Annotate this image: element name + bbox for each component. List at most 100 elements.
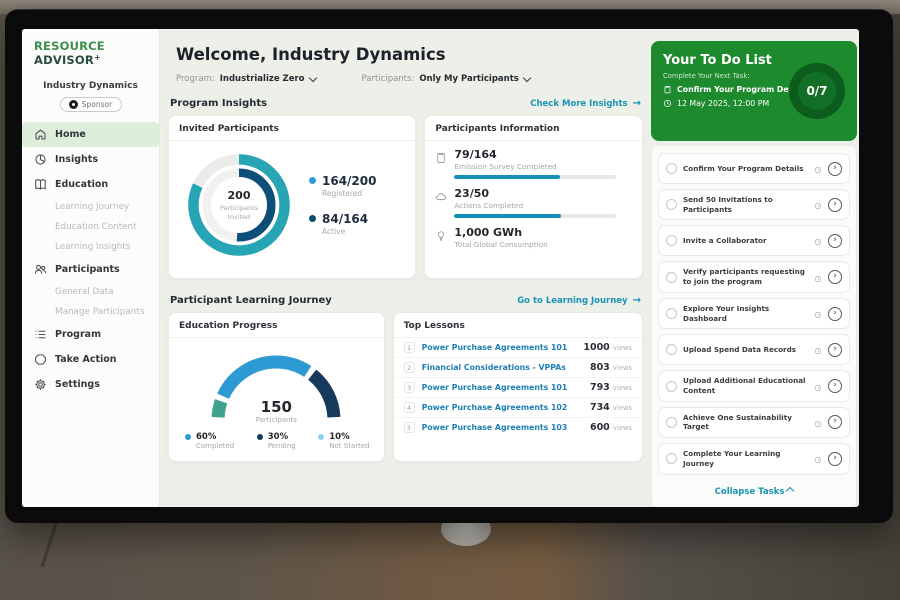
lesson-link[interactable]: Power Purchase Agreements 101 — [422, 343, 584, 352]
app-logo: RESOURCE ADVISOR+ — [22, 39, 159, 67]
participants-information-card: Participants Information 79/164 Emission… — [424, 115, 643, 279]
sidebar: RESOURCE ADVISOR+ Industry Dynamics Spon… — [22, 29, 160, 507]
actions-progress-bar — [454, 214, 616, 218]
emission-progress-bar — [454, 175, 616, 179]
task-checkbox[interactable] — [666, 235, 677, 246]
task-row-upload-spend-data[interactable]: Upload Spend Data Records › — [658, 334, 850, 365]
sidebar-nav: Home Insights Education Learning Journey… — [22, 122, 159, 397]
task-checkbox[interactable] — [666, 381, 677, 392]
legend-pending: 30%Pending — [257, 432, 296, 450]
sidebar-item-settings[interactable]: Settings — [22, 372, 159, 397]
lesson-row[interactable]: 2 Financial Considerations - VPPAs 803 v… — [394, 358, 642, 378]
sidebar-item-participants[interactable]: Participants — [22, 257, 159, 282]
card-title: Invited Participants — [169, 116, 415, 141]
learning-journey-title: Participant Learning Journey — [170, 295, 332, 306]
check-more-insights-link[interactable]: Check More Insights → — [530, 98, 641, 109]
rank-badge: 1 — [404, 342, 415, 353]
clock-icon — [814, 377, 822, 396]
chevron-down-icon — [308, 73, 316, 81]
collapse-tasks-link[interactable]: Collapse Tasks — [658, 480, 850, 503]
participants-dropdown[interactable]: Participants: Only My Participants — [362, 74, 530, 84]
clock-icon — [814, 159, 822, 178]
invited-participants-card: Invited Participants 200 Participants In… — [168, 115, 416, 279]
lesson-row[interactable]: 1 Power Purchase Agreements 101 1000 vie… — [394, 338, 642, 358]
sidebar-item-learning-journey[interactable]: Learning Journey — [22, 197, 159, 217]
sidebar-item-home[interactable]: Home — [22, 122, 159, 147]
task-checkbox[interactable] — [666, 272, 677, 283]
insights-icon — [34, 153, 47, 166]
todo-column: Your To Do List Complete Your Next Task:… — [651, 29, 859, 507]
sponsor-icon — [69, 100, 78, 109]
sidebar-item-education[interactable]: Education — [22, 172, 159, 197]
legend-dot — [185, 434, 191, 440]
desk-object — [41, 521, 59, 568]
clock-icon — [814, 340, 822, 359]
page-title: Welcome, Industry Dynamics — [176, 45, 643, 64]
task-open-button[interactable]: › — [828, 379, 842, 393]
gear-icon — [34, 378, 47, 391]
task-row-upload-educational-content[interactable]: Upload Additional Educational Content › — [658, 370, 850, 401]
sidebar-item-take-action[interactable]: Take Action — [22, 347, 159, 372]
filters-row: Program: Industrialize Zero Participants… — [176, 74, 643, 84]
task-open-button[interactable]: › — [828, 270, 842, 284]
task-open-button[interactable]: › — [828, 415, 842, 429]
task-open-button[interactable]: › — [828, 162, 842, 176]
task-checkbox[interactable] — [666, 417, 677, 428]
chevron-down-icon — [523, 73, 531, 81]
task-row-achieve-target[interactable]: Achieve One Sustainability Target › — [658, 407, 850, 438]
task-checkbox[interactable] — [666, 163, 677, 174]
arrow-right-icon: → — [633, 98, 641, 109]
lesson-link[interactable]: Power Purchase Agreements 102 — [422, 403, 590, 412]
lesson-link[interactable]: Power Purchase Agreements 101 — [422, 383, 590, 392]
task-checkbox[interactable] — [666, 453, 677, 464]
sidebar-item-insights[interactable]: Insights — [22, 147, 159, 172]
legend-dot — [309, 177, 316, 184]
sidebar-item-learning-insights[interactable]: Learning Insights — [22, 237, 159, 257]
task-checkbox[interactable] — [666, 344, 677, 355]
invited-total: 200 — [228, 189, 251, 202]
home-icon — [34, 128, 47, 141]
task-checkbox[interactable] — [666, 308, 677, 319]
legend-active: 84/164 Active — [309, 212, 376, 236]
legend-dot — [257, 434, 263, 440]
stat-global-consumption: 1,000 GWh Total Global Consumption — [435, 226, 630, 249]
task-row-invite-collaborator[interactable]: Invite a Collaborator › — [658, 225, 850, 256]
task-open-button[interactable]: › — [828, 343, 842, 357]
task-open-button[interactable]: › — [828, 198, 842, 212]
lesson-link[interactable]: Power Purchase Agreements 103 — [422, 423, 590, 432]
clock-icon — [663, 99, 672, 108]
people-icon — [34, 263, 47, 276]
card-title: Education Progress — [169, 313, 384, 338]
task-open-button[interactable]: › — [828, 452, 842, 466]
todo-counter: 0/7 — [806, 84, 827, 98]
task-open-button[interactable]: › — [828, 307, 842, 321]
task-checkbox[interactable] — [666, 199, 677, 210]
clock-icon — [814, 231, 822, 250]
lesson-row[interactable]: 4 Power Purchase Agreements 102 734 view… — [394, 398, 642, 418]
legend-completed: 60%Completed — [185, 432, 234, 450]
task-row-explore-insights[interactable]: Explore Your Insights Dashboard › — [658, 298, 850, 329]
lesson-link[interactable]: Financial Considerations - VPPAs — [422, 363, 590, 372]
sponsor-badge[interactable]: Sponsor — [60, 97, 122, 112]
program-dropdown[interactable]: Program: Industrialize Zero — [176, 74, 316, 84]
task-row-verify-participants[interactable]: Verify participants requesting to join t… — [658, 261, 850, 292]
sidebar-item-manage-participants[interactable]: Manage Participants — [22, 302, 159, 322]
task-row-complete-learning-journey[interactable]: Complete Your Learning Journey › — [658, 443, 850, 474]
sidebar-item-general-data[interactable]: General Data — [22, 282, 159, 302]
rank-badge: 4 — [404, 402, 415, 413]
lesson-row[interactable]: 5 Power Purchase Agreements 103 600 view… — [394, 418, 642, 437]
task-row-send-invitations[interactable]: Send 50 Invitations to Participants › — [658, 189, 850, 220]
task-row-confirm-program[interactable]: Confirm Your Program Details › — [658, 153, 850, 184]
lightbulb-icon — [435, 230, 447, 242]
todo-progress-ring: 0/7 — [789, 63, 845, 119]
program-insights-title: Program Insights — [170, 98, 267, 109]
book-icon — [34, 178, 47, 191]
sidebar-item-education-content[interactable]: Education Content — [22, 217, 159, 237]
go-to-learning-journey-link[interactable]: Go to Learning Journey → — [517, 295, 641, 306]
sidebar-item-program[interactable]: Program — [22, 322, 159, 347]
lesson-row[interactable]: 3 Power Purchase Agreements 101 793 view… — [394, 378, 642, 398]
task-open-button[interactable]: › — [828, 234, 842, 248]
education-gauge-chart: 150 Participants — [201, 348, 351, 424]
survey-icon — [435, 152, 447, 164]
clock-icon — [814, 449, 822, 468]
